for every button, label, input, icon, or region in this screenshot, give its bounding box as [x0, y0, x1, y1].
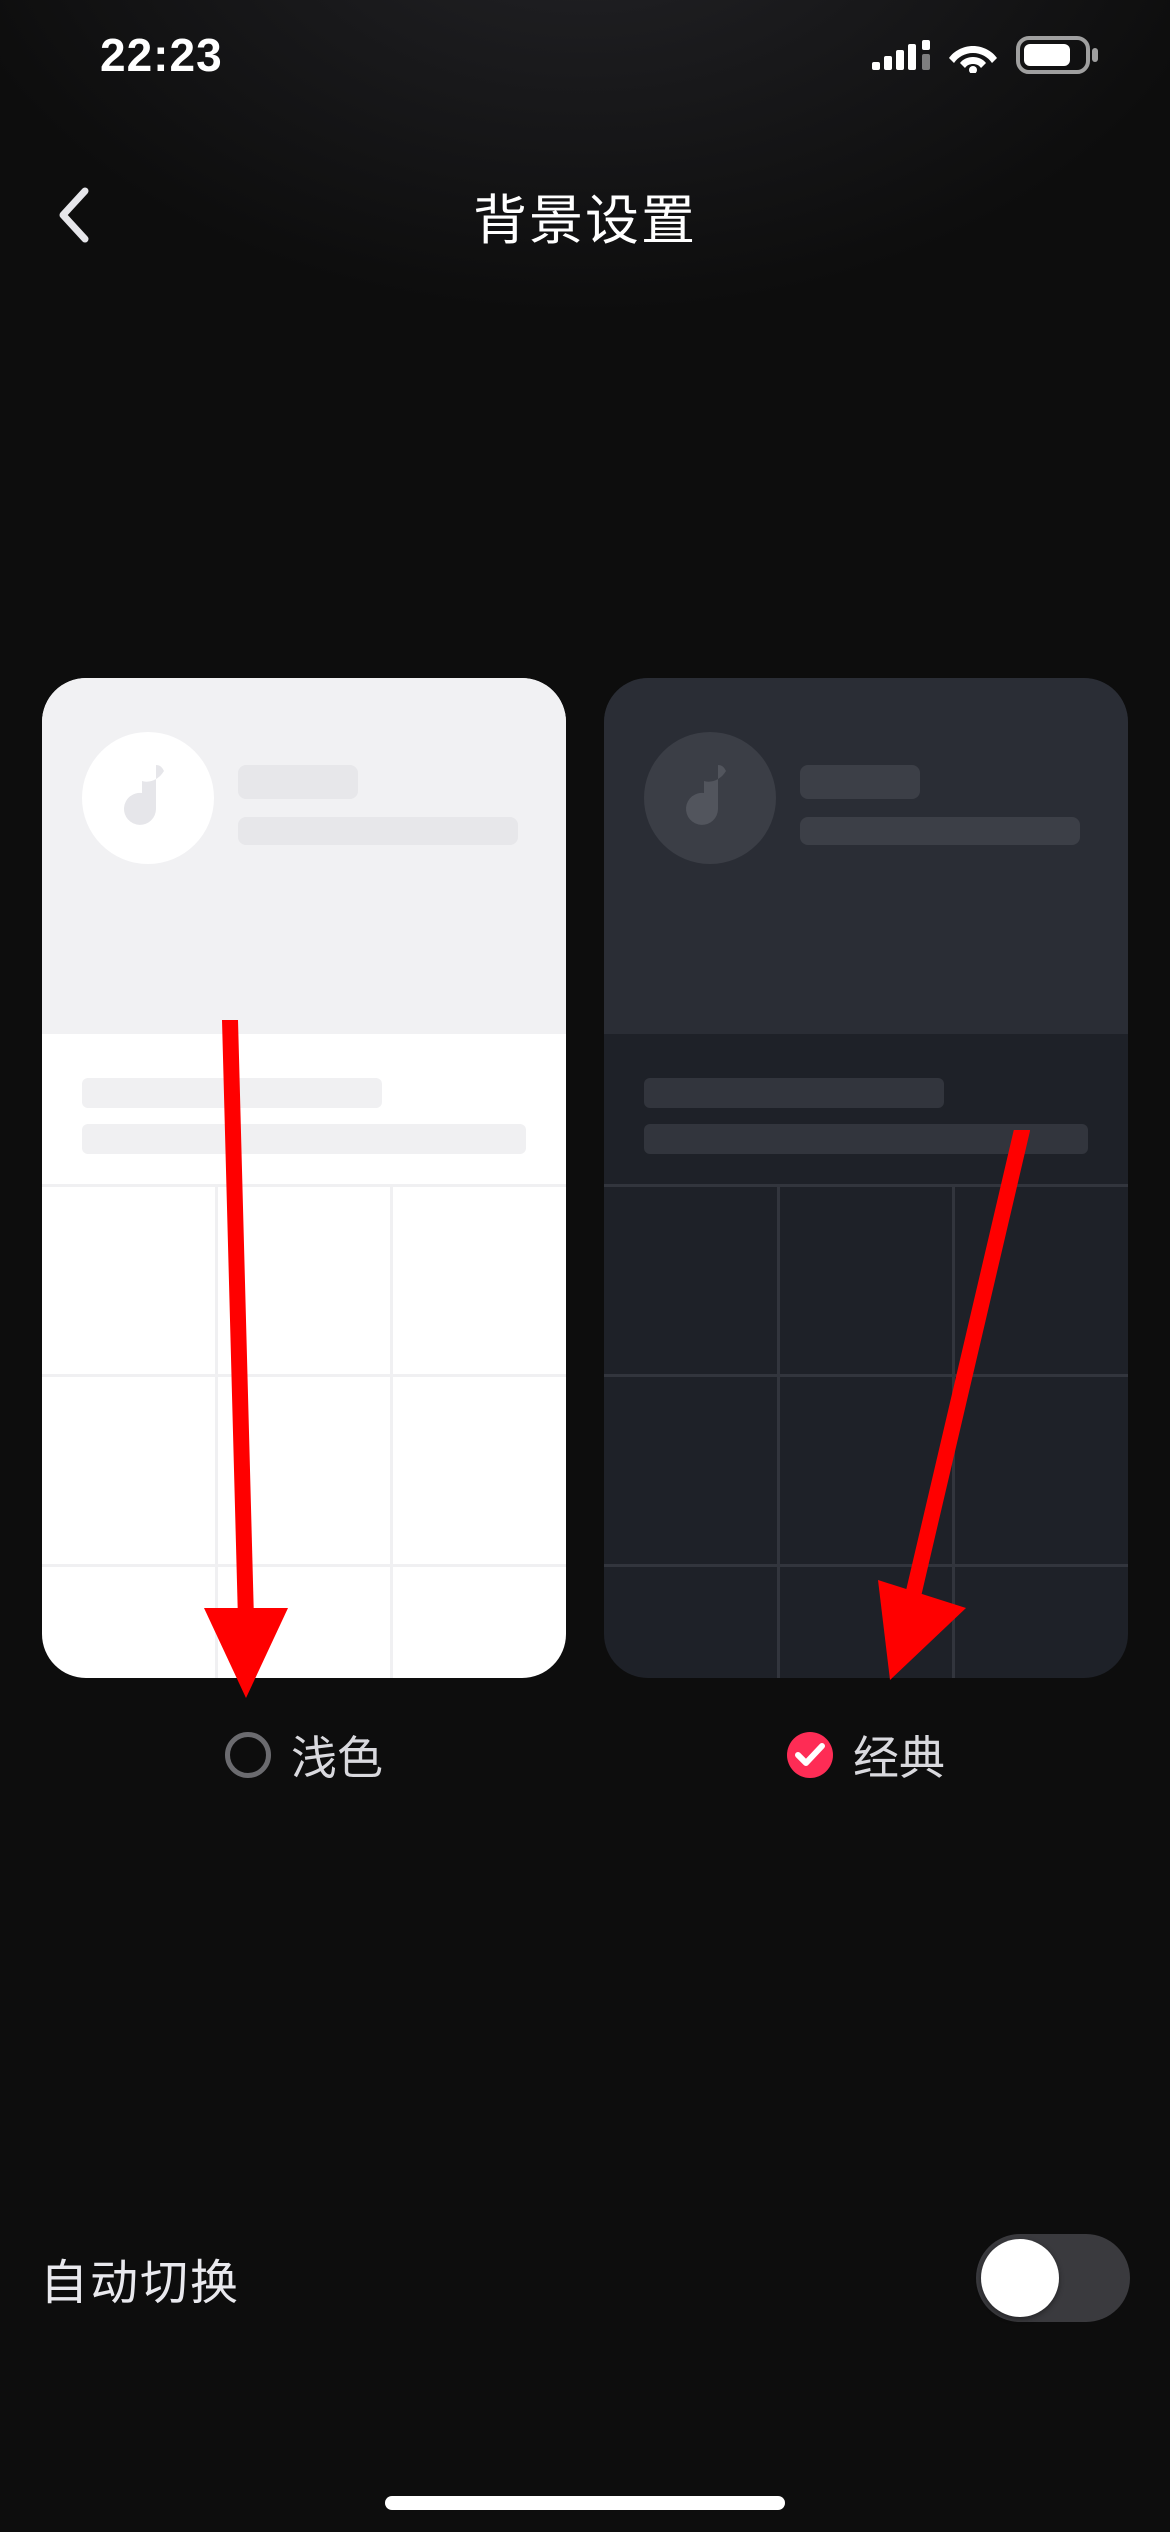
- home-indicator[interactable]: [385, 2496, 785, 2510]
- nav-bar: 背景设置: [0, 160, 1170, 270]
- status-icons: [872, 36, 1100, 74]
- theme-preview-classic: [604, 678, 1128, 1678]
- auto-switch-label: 自动切换: [40, 2243, 240, 2313]
- auto-switch-row: 自动切换: [40, 2234, 1130, 2322]
- auto-switch-toggle[interactable]: [976, 2234, 1130, 2322]
- music-note-icon: [82, 732, 214, 864]
- theme-classic-label: 经典: [853, 1722, 945, 1788]
- theme-classic-radio-row[interactable]: 经典: [787, 1722, 945, 1788]
- back-button[interactable]: [38, 180, 108, 250]
- cellular-icon: [872, 40, 930, 70]
- theme-preview-light: [42, 678, 566, 1678]
- theme-option-light[interactable]: 浅色: [42, 678, 566, 1788]
- page-title: 背景设置: [473, 176, 697, 255]
- theme-light-radio-row[interactable]: 浅色: [225, 1722, 383, 1788]
- theme-light-label: 浅色: [291, 1722, 383, 1788]
- chevron-left-icon: [55, 185, 91, 245]
- toggle-knob: [981, 2239, 1059, 2317]
- status-time: 22:23: [100, 28, 223, 82]
- music-note-icon: [644, 732, 776, 864]
- checkmark-icon: [795, 1743, 825, 1767]
- theme-options: 浅色: [42, 678, 1128, 1788]
- status-bar: 22:23: [0, 0, 1170, 110]
- theme-option-classic[interactable]: 经典: [604, 678, 1128, 1788]
- radio-checked-icon: [787, 1732, 833, 1778]
- wifi-icon: [948, 37, 998, 73]
- radio-unchecked-icon: [225, 1732, 271, 1778]
- battery-icon: [1016, 36, 1100, 74]
